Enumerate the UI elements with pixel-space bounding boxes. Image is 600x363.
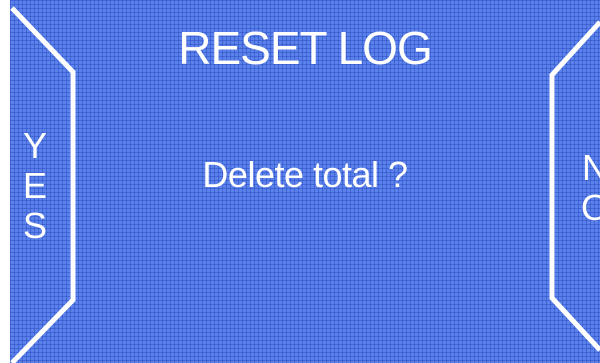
no-button[interactable]: N O bbox=[538, 0, 600, 363]
yes-letter: S bbox=[22, 205, 47, 246]
no-letter: N bbox=[582, 147, 600, 188]
dialog-title: RESET LOG bbox=[178, 22, 432, 74]
yes-letter: Y bbox=[22, 125, 47, 166]
yes-button[interactable]: Y E S bbox=[10, 0, 82, 363]
confirm-message: Delete total ? bbox=[202, 154, 408, 195]
yes-letter: E bbox=[22, 165, 47, 206]
reset-log-screen: RESET LOG Delete total ? Y E S N O bbox=[10, 0, 600, 363]
no-button-label: N O bbox=[580, 148, 600, 228]
no-letter: O bbox=[580, 187, 600, 228]
yes-button-label: Y E S bbox=[20, 126, 50, 246]
